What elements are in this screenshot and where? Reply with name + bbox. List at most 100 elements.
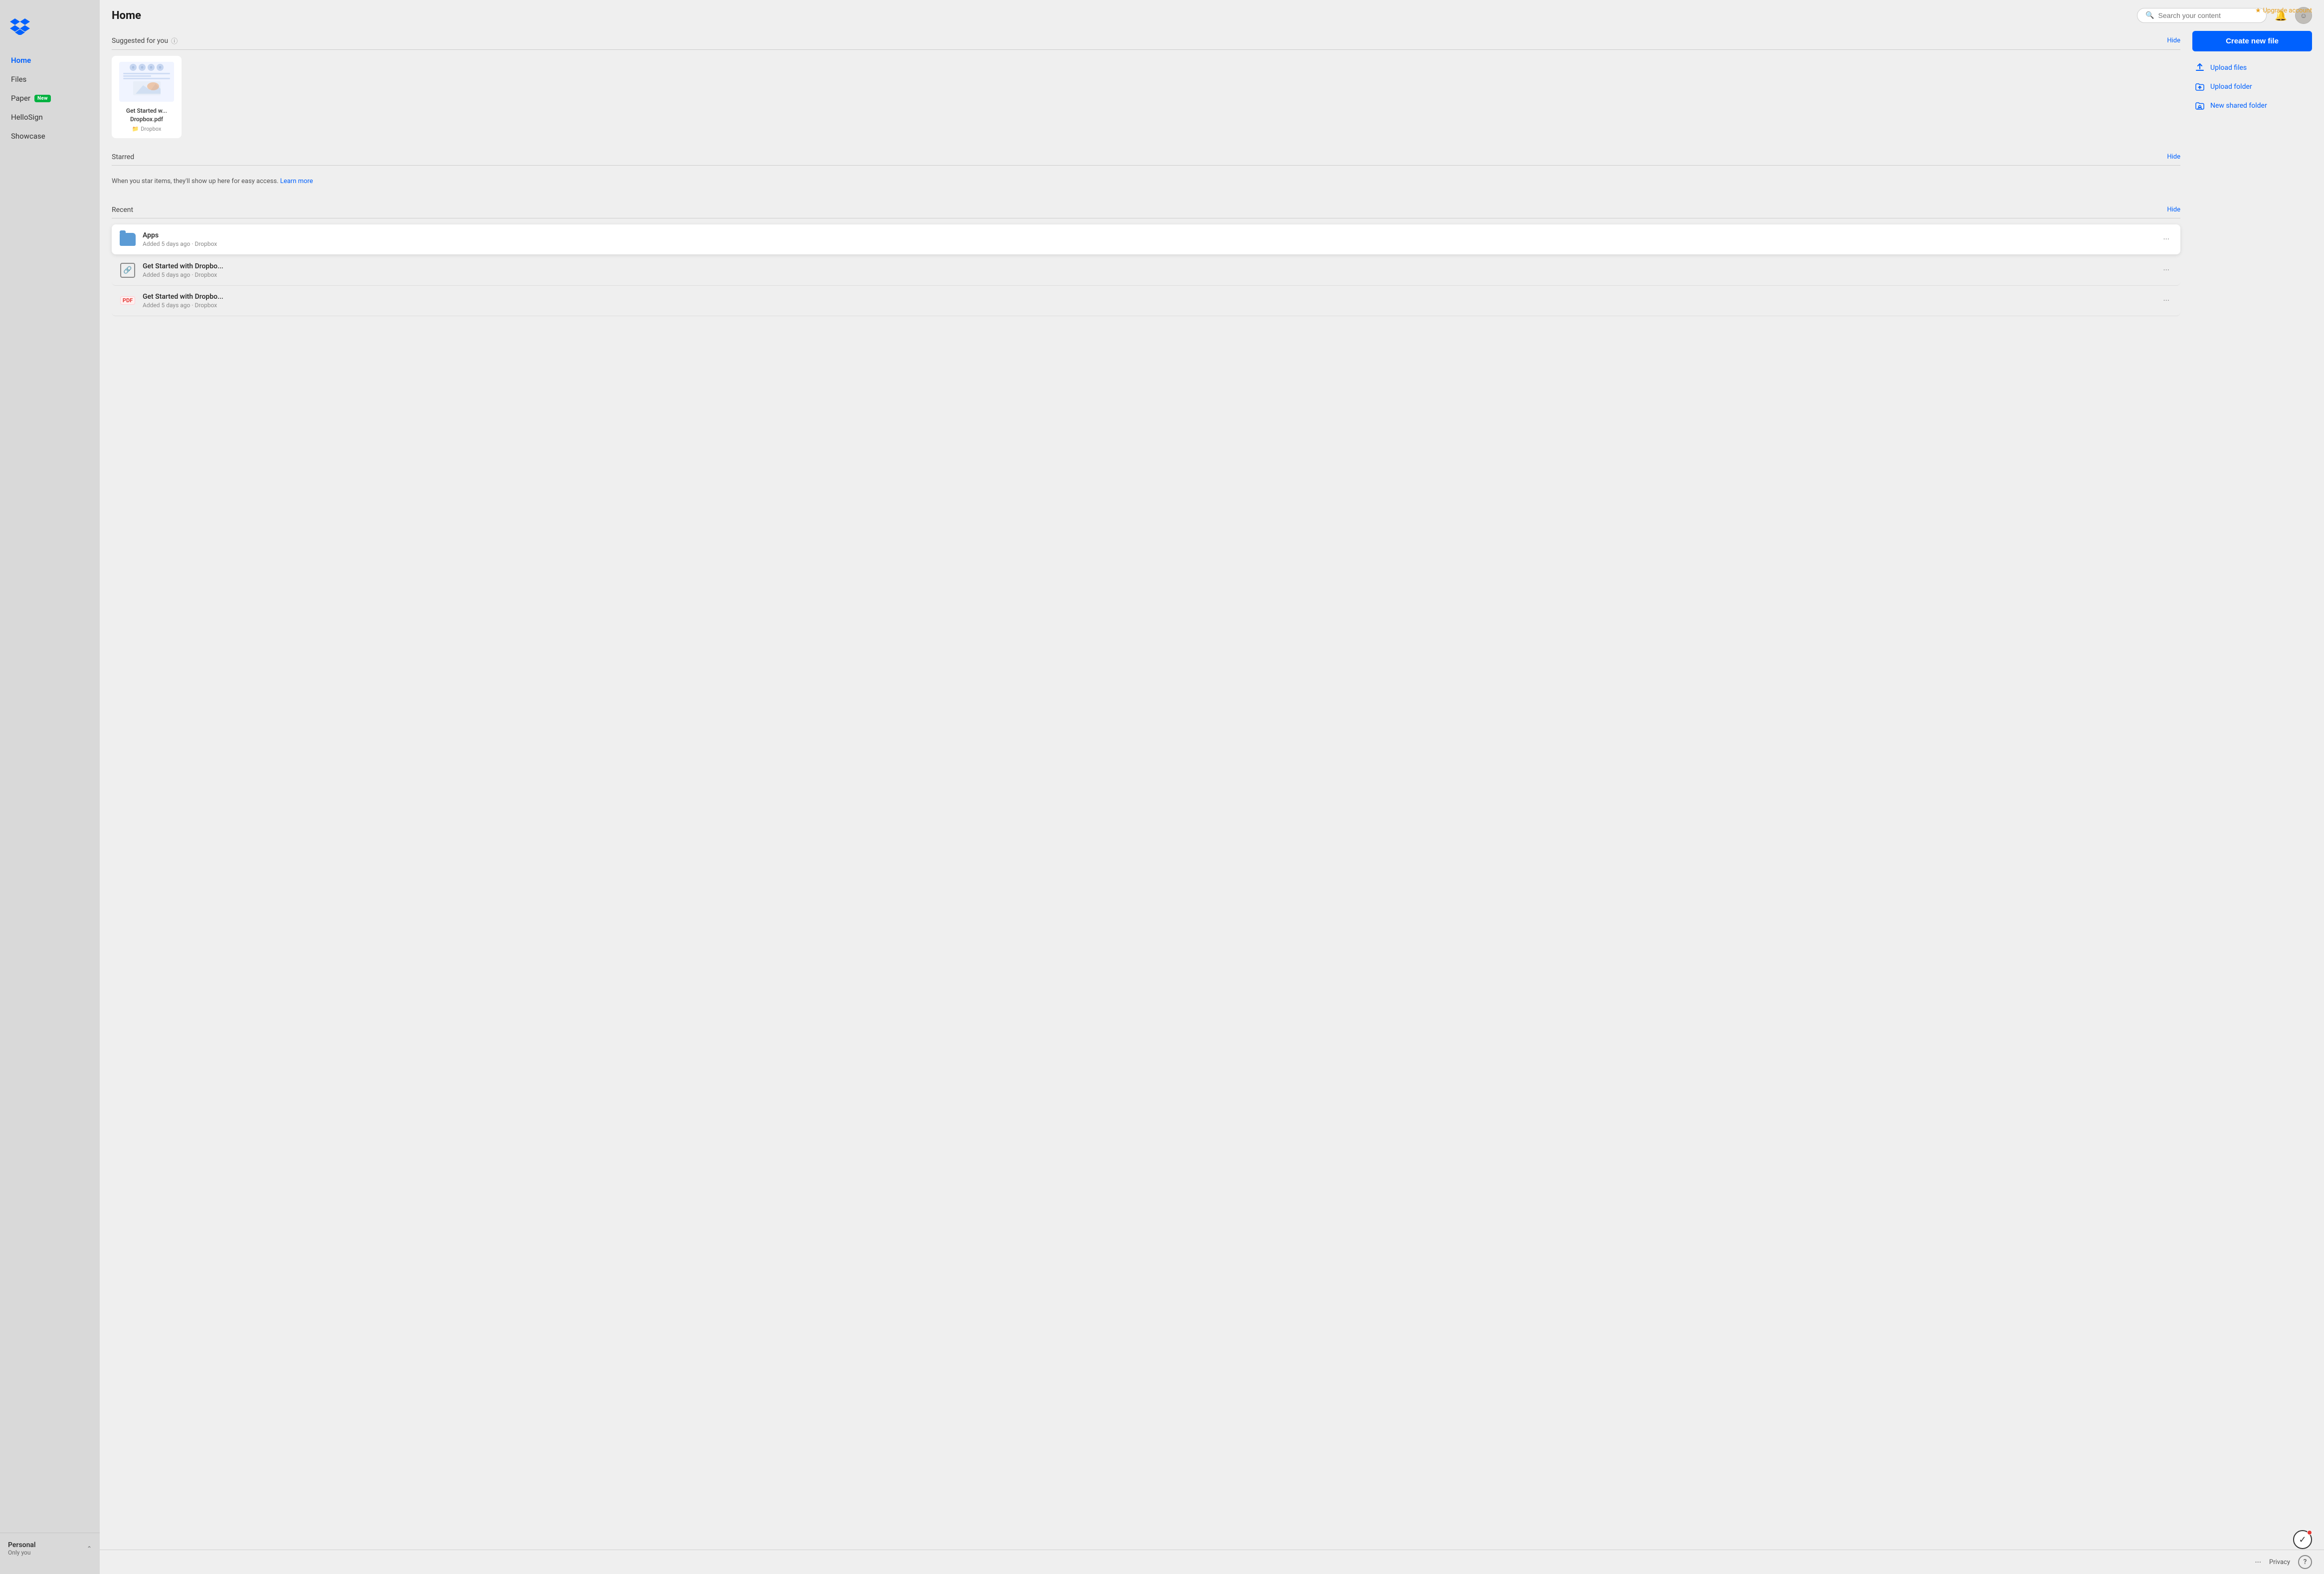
sidebar-item-paper-label: Paper [11,94,30,103]
starred-title-text: Starred [112,153,134,161]
account-sub: Only you [8,1549,36,1556]
notification-dot [2307,1530,2312,1535]
recent-title-text: Recent [112,206,133,214]
recent-item-icon-pdf: PDF [119,292,137,310]
footer-more-button[interactable]: ··· [2255,1558,2261,1567]
right-panel: Create new file Upload files [2192,31,2312,1538]
suggested-grid: ⊙ ⊙ ⊙ ⊙ [112,56,2180,138]
pdf-line-short [123,75,151,77]
sidebar-item-files-label: Files [11,75,26,84]
page-footer: ··· Privacy ? [100,1550,2324,1574]
sidebar-item-showcase-label: Showcase [11,132,45,141]
folder-icon [120,233,136,246]
learn-more-link[interactable]: Learn more [280,178,313,185]
file-thumbnail: ⊙ ⊙ ⊙ ⊙ [119,62,174,102]
recent-item-more-apps[interactable]: ··· [2159,232,2173,246]
recent-item-link[interactable]: 🔗 Get Started with Dropbo... Added 5 day… [112,255,2180,286]
pdf-line-2 [123,78,170,79]
info-icon[interactable]: ⓘ [171,36,178,45]
sidebar-item-showcase[interactable]: Showcase [5,128,95,145]
recent-item-info-apps: Apps Added 5 days ago · Dropbox [143,231,2159,247]
recent-item-meta-pdf: Added 5 days ago · Dropbox [143,302,2159,309]
recent-list: Apps Added 5 days ago · Dropbox ··· 🔗 Ge… [112,224,2180,316]
suggested-title: Suggested for you ⓘ [112,36,178,45]
sidebar-nav: Home Files Paper New HelloSign Showcase [0,52,100,1533]
paper-new-badge: New [34,95,51,102]
logo-container [0,10,100,52]
starred-empty-text: When you star items, they'll show up her… [112,172,2180,191]
sidebar-item-hellosign[interactable]: HelloSign [5,109,95,126]
recent-item-info-pdf: Get Started with Dropbo... Added 5 days … [143,293,2159,309]
sidebar-item-home-label: Home [11,56,31,65]
sidebar-item-home[interactable]: Home [5,52,95,69]
upgrade-label: Upgrade account [2263,7,2312,14]
pdf-dot-2: ⊙ [139,64,146,71]
dropbox-logo-icon [10,15,30,35]
sidebar-item-paper[interactable]: Paper New [5,90,95,107]
recent-item-name-link: Get Started with Dropbo... [143,262,2159,270]
search-input[interactable] [2158,11,2259,19]
pdf-line [123,73,170,74]
file-location-text: Dropbox [141,126,161,132]
recent-item-more-pdf[interactable]: ··· [2159,294,2173,307]
pdf-dot-4: ⊙ [157,64,164,71]
starred-header: Starred Hide [112,148,2180,166]
main-content: ★ Upgrade account Home 🔍 🔔 ☺ Suggested f… [100,0,2324,1574]
mountain-illustration [133,81,161,95]
upload-folder-label: Upload folder [2210,83,2252,91]
file-location: 📁 Dropbox [132,126,162,132]
chevron-down-icon: ⌃ [87,1545,92,1552]
new-shared-folder-icon [2194,100,2205,111]
recent-item-icon-link: 🔗 [119,261,137,279]
recent-hide-button[interactable]: Hide [2167,206,2180,213]
create-new-file-button[interactable]: Create new file [2192,31,2312,51]
starred-section: Starred Hide When you star items, they'l… [112,148,2180,191]
starred-description: When you star items, they'll show up her… [112,178,278,185]
account-switcher[interactable]: Personal Only you ⌃ [8,1541,92,1556]
content-area: Suggested for you ⓘ Hide ⊙ ⊙ [100,31,2324,1550]
recent-item-name-pdf: Get Started with Dropbo... [143,293,2159,301]
recent-item-icon-apps [119,230,137,248]
upgrade-account-link[interactable]: ★ Upgrade account [2255,7,2312,14]
search-icon: 🔍 [2145,11,2154,19]
upload-files-label: Upload files [2210,64,2247,72]
recent-item-meta-apps: Added 5 days ago · Dropbox [143,240,2159,247]
content-main: Suggested for you ⓘ Hide ⊙ ⊙ [112,31,2180,1538]
upload-folder-link[interactable]: Upload folder [2192,77,2312,96]
suggested-section: Suggested for you ⓘ Hide ⊙ ⊙ [112,31,2180,138]
link-icon: 🔗 [120,263,135,278]
recent-item-name-apps: Apps [143,231,2159,239]
new-shared-folder-label: New shared folder [2210,102,2267,110]
upload-folder-icon [2194,81,2205,92]
pdf-dot-3: ⊙ [148,64,155,71]
checkmark-icon: ✓ [2299,1535,2306,1545]
file-name: Get Started w... Dropbox.pdf [118,107,176,124]
account-name: Personal [8,1541,36,1549]
suggested-header: Suggested for you ⓘ Hide [112,31,2180,50]
suggested-title-text: Suggested for you [112,37,168,45]
search-bar[interactable]: 🔍 [2137,8,2267,23]
page-title: Home [112,9,141,22]
recent-item-pdf[interactable]: PDF Get Started with Dropbo... Added 5 d… [112,286,2180,316]
sidebar: Home Files Paper New HelloSign Showcase … [0,0,100,1574]
footer-help-button[interactable]: ? [2298,1555,2312,1569]
suggested-hide-button[interactable]: Hide [2167,37,2180,44]
sidebar-footer: Personal Only you ⌃ [0,1533,100,1564]
recent-item-more-link[interactable]: ··· [2159,263,2173,277]
recent-section: Recent Hide Apps Added 5 days ago · Drop… [112,201,2180,316]
recent-header: Recent Hide [112,201,2180,218]
upload-files-icon [2194,62,2205,73]
sidebar-item-hellosign-label: HelloSign [11,113,43,122]
starred-hide-button[interactable]: Hide [2167,153,2180,161]
upload-files-link[interactable]: Upload files [2192,58,2312,77]
star-icon: ★ [2255,7,2261,14]
recent-item-info-link: Get Started with Dropbo... Added 5 days … [143,262,2159,278]
pdf-icon: PDF [120,296,135,305]
recent-item-apps[interactable]: Apps Added 5 days ago · Dropbox ··· [112,224,2180,254]
footer-privacy-link[interactable]: Privacy [2269,1559,2290,1566]
new-shared-folder-link[interactable]: New shared folder [2192,96,2312,115]
suggested-file-card[interactable]: ⊙ ⊙ ⊙ ⊙ [112,56,182,138]
folder-icon-small: 📁 [132,126,139,132]
sidebar-item-files[interactable]: Files [5,71,95,88]
task-complete-button[interactable]: ✓ [2293,1530,2312,1549]
